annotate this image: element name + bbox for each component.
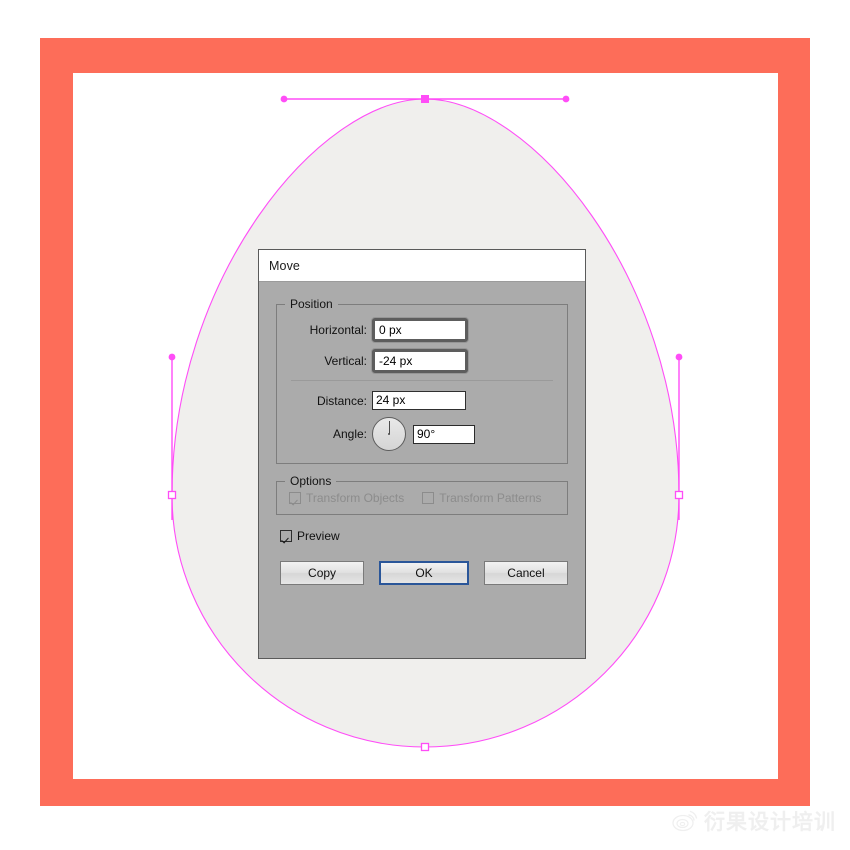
horizontal-field-row: Horizontal: 0 px xyxy=(289,318,555,342)
angle-field-row: Angle: 90° xyxy=(289,417,555,451)
preview-checkbox[interactable]: Preview xyxy=(280,529,340,543)
options-checkbox-row: Transform Objects Transform Patterns xyxy=(289,491,555,505)
dialog-titlebar[interactable]: Move xyxy=(259,250,585,282)
vertical-label: Vertical: xyxy=(324,354,367,368)
transform-patterns-label: Transform Patterns xyxy=(439,491,542,505)
vertical-input[interactable]: -24 px xyxy=(375,352,465,370)
angle-input[interactable]: 90° xyxy=(413,424,475,444)
dialog-body: Position Horizontal: 0 px Vertical: -24 … xyxy=(259,282,585,658)
watermark-text: 衍果设计培训 xyxy=(704,810,836,834)
vertical-field-row: Vertical: -24 px xyxy=(289,349,555,373)
distance-input[interactable]: 24 px xyxy=(372,391,466,410)
cancel-button[interactable]: Cancel xyxy=(483,561,569,585)
options-group: Options Transform Objects Transform Patt… xyxy=(276,474,568,515)
options-group-legend: Options xyxy=(285,474,337,488)
transform-objects-checkbox[interactable]: Transform Objects xyxy=(289,491,404,505)
dialog-button-row: Copy OK Cancel xyxy=(280,561,569,585)
angle-label: Angle: xyxy=(332,427,367,441)
horizontal-label: Horizontal: xyxy=(309,323,367,337)
transform-patterns-checkbox[interactable]: Transform Patterns xyxy=(422,491,542,505)
dialog-title: Move xyxy=(269,258,300,273)
angle-dial[interactable] xyxy=(372,417,406,451)
horizontal-input-focus-ring: 0 px xyxy=(372,318,468,342)
weibo-logo-icon xyxy=(672,810,698,832)
horizontal-input[interactable]: 0 px xyxy=(375,321,465,339)
illustrator-canvas: Move Position Horizontal: 0 px Vertical:… xyxy=(0,0,850,850)
distance-field-row: Distance: 24 px xyxy=(289,391,555,410)
distance-label: Distance: xyxy=(316,393,367,408)
position-group-legend: Position xyxy=(285,297,338,311)
move-dialog[interactable]: Move Position Horizontal: 0 px Vertical:… xyxy=(258,249,586,659)
angle-hub-icon xyxy=(388,433,390,435)
transform-objects-label: Transform Objects xyxy=(306,491,405,505)
ok-button[interactable]: OK xyxy=(379,561,469,585)
watermark: 衍果设计培训 xyxy=(672,806,836,836)
preview-row: Preview xyxy=(280,529,568,545)
checkbox-checked-icon xyxy=(289,492,301,504)
copy-button[interactable]: Copy xyxy=(280,561,365,585)
preview-label: Preview xyxy=(297,529,340,543)
position-divider xyxy=(291,380,553,381)
checkbox-unchecked-icon xyxy=(422,492,435,504)
vertical-input-focus-ring: -24 px xyxy=(372,349,468,373)
checkbox-checked-icon xyxy=(280,530,292,542)
position-group: Position Horizontal: 0 px Vertical: -24 … xyxy=(276,297,568,464)
